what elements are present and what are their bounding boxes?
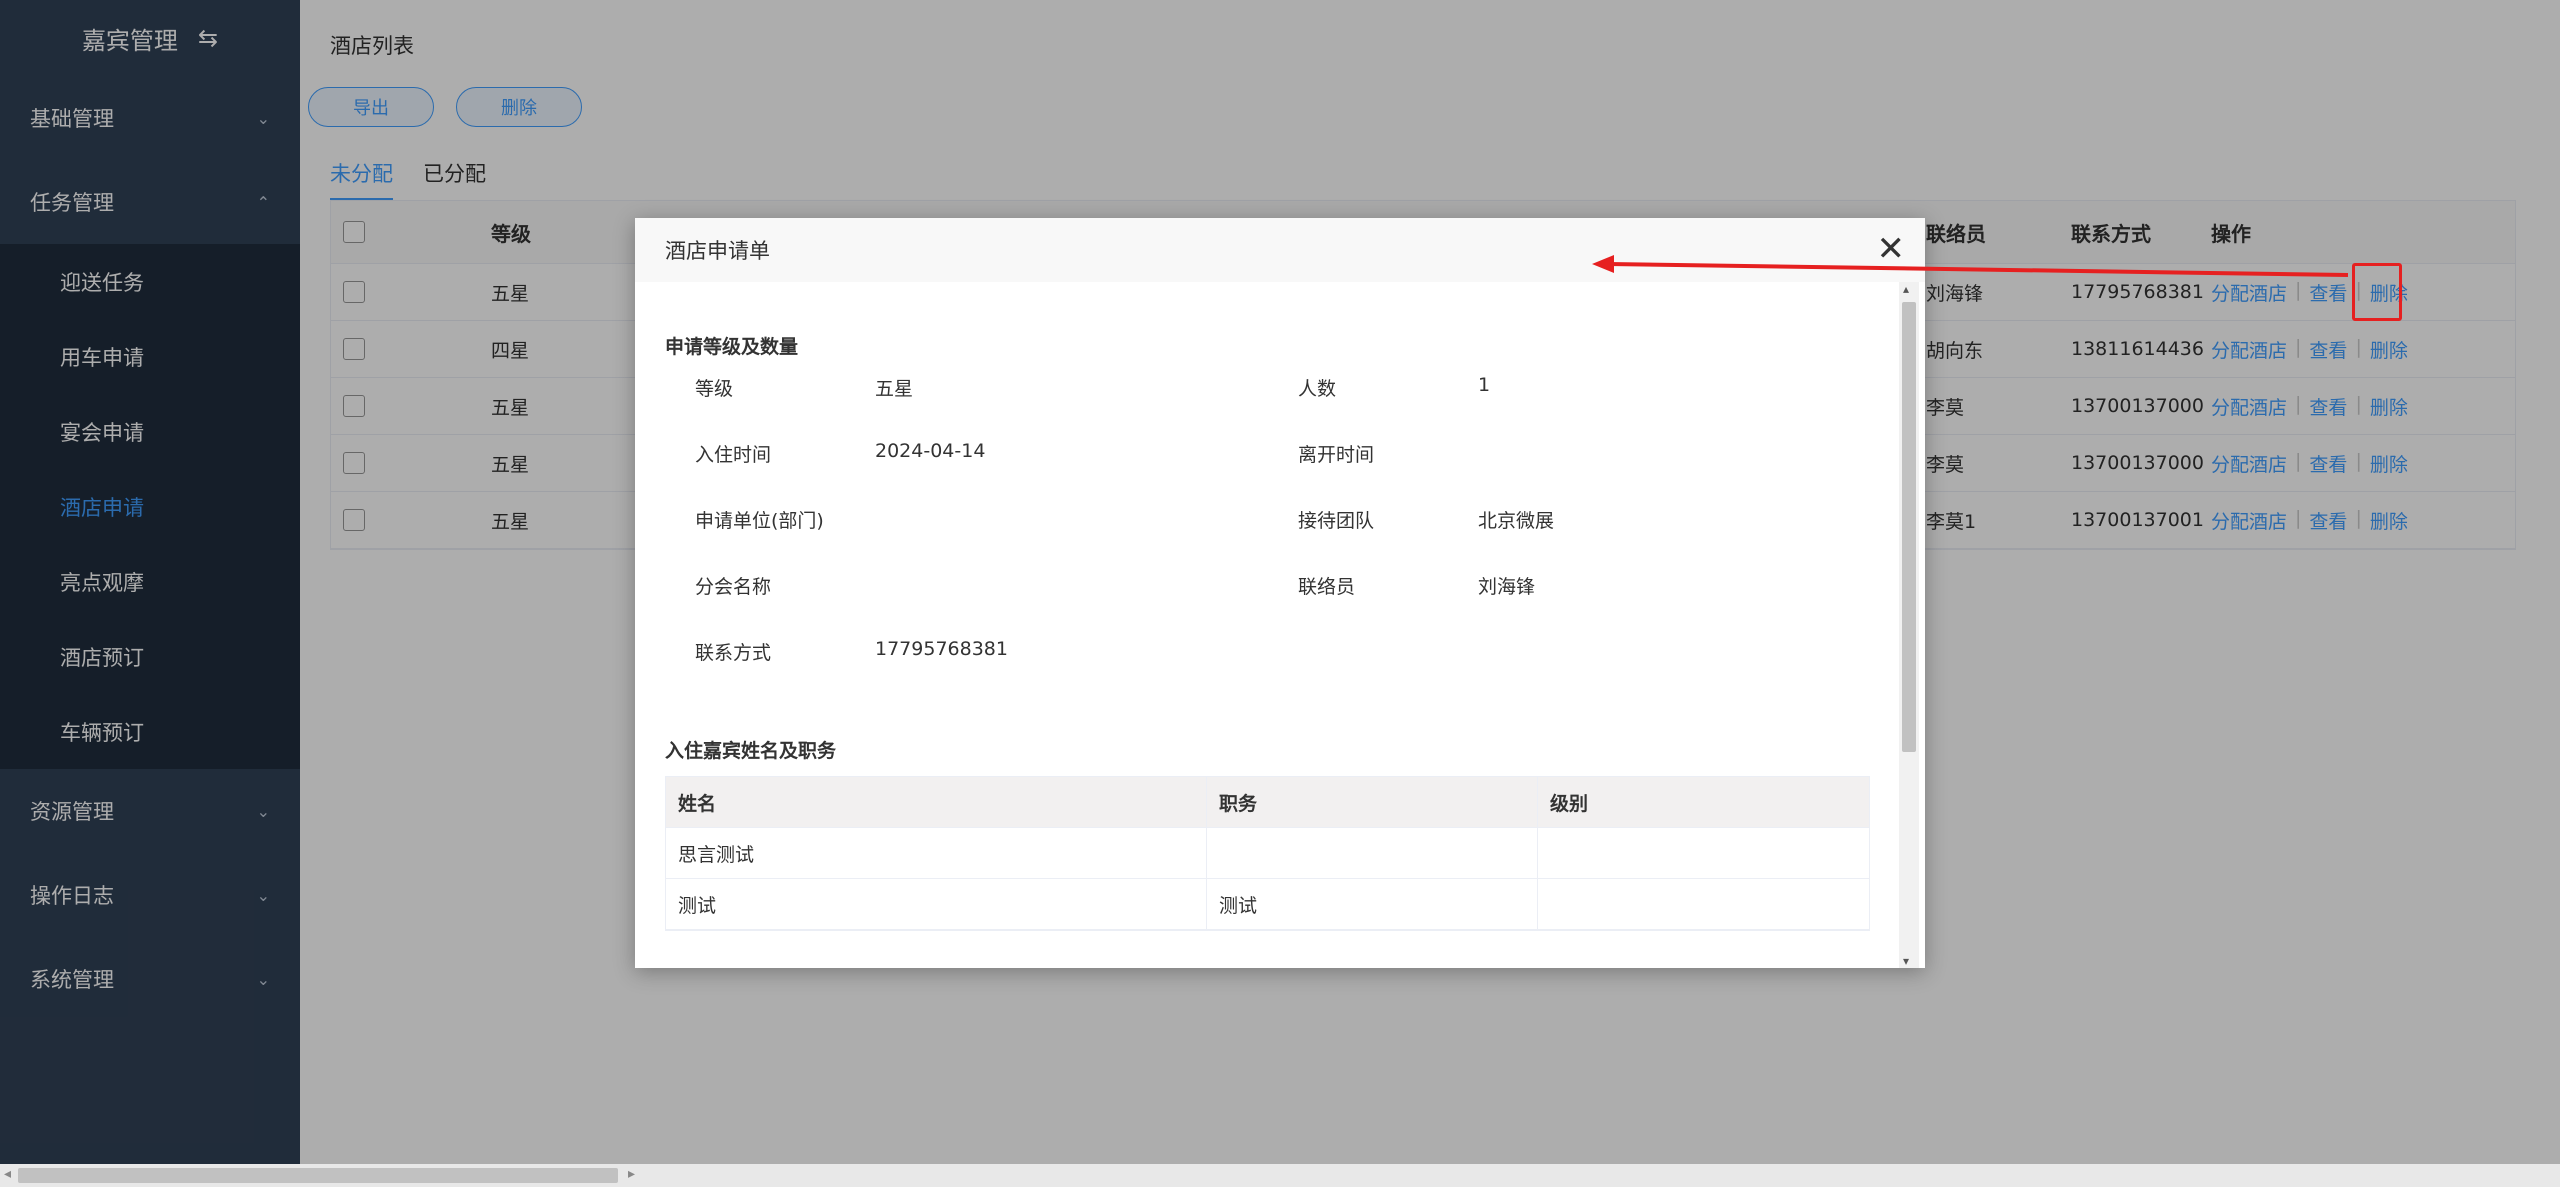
checkin-value: 2024-04-14 (875, 440, 986, 462)
dialog-title: 酒店申请单 (665, 239, 770, 263)
unit-label: 申请单位(部门) (695, 510, 824, 532)
dialog-scrollbar[interactable]: ▴ ▾ (1899, 282, 1919, 968)
scroll-up-icon[interactable]: ▴ (1903, 282, 1909, 296)
team-value: 北京微展 (1478, 510, 1555, 532)
hotel-application-dialog: 酒店申请单 ✕ 申请等级及数量 等级 五星 人数 1 入住时间 2024-04-… (635, 218, 1925, 968)
branch-label: 分会名称 (695, 576, 772, 598)
dialog-body: 申请等级及数量 等级 五星 人数 1 入住时间 2024-04-14 离开时间 … (635, 282, 1900, 968)
dialog-header: 酒店申请单 ✕ (635, 218, 1925, 282)
dialog-scrollbar-thumb[interactable] (1902, 302, 1916, 752)
liaison-value: 刘海锋 (1478, 576, 1536, 598)
section-title-level: 申请等级及数量 (665, 336, 799, 358)
guest-table-header: 姓名 职务 级别 (666, 777, 1869, 828)
section-title-guests: 入住嘉宾姓名及职务 (665, 740, 837, 762)
scroll-right-icon[interactable]: ▸ (628, 1166, 635, 1182)
scroll-down-icon[interactable]: ▾ (1903, 954, 1909, 968)
checkin-label: 入住时间 (695, 444, 772, 466)
header-name: 姓名 (666, 777, 1207, 827)
count-label: 人数 (1298, 378, 1337, 400)
cell-rank (1538, 879, 1869, 929)
cell-duty: 测试 (1207, 879, 1538, 929)
scroll-left-icon[interactable]: ◂ (4, 1166, 11, 1182)
header-duty: 职务 (1207, 777, 1538, 827)
phone-value: 17795768381 (875, 638, 1008, 660)
liaison-label: 联络员 (1298, 576, 1356, 598)
level-label: 等级 (695, 378, 734, 400)
scrollbar-thumb[interactable] (18, 1168, 618, 1183)
header-rank: 级别 (1550, 792, 1589, 815)
phone-label: 联系方式 (695, 642, 772, 664)
cell-name: 思言测试 (666, 828, 1207, 878)
guest-table: 姓名 职务 级别 思言测试 测试 测试 (665, 776, 1870, 931)
close-icon[interactable]: ✕ (1877, 232, 1906, 266)
cell-duty (1207, 828, 1538, 878)
level-value: 五星 (875, 378, 914, 400)
table-row: 思言测试 (666, 828, 1869, 879)
team-label: 接待团队 (1298, 510, 1375, 532)
table-row: 测试 测试 (666, 879, 1869, 930)
cell-rank (1538, 828, 1869, 878)
annotation-highlight (2352, 263, 2402, 321)
cell-name: 测试 (666, 879, 1207, 929)
horizontal-scrollbar[interactable]: ◂ ▸ (0, 1164, 2560, 1187)
count-value: 1 (1478, 374, 1491, 396)
checkout-label: 离开时间 (1298, 444, 1375, 466)
